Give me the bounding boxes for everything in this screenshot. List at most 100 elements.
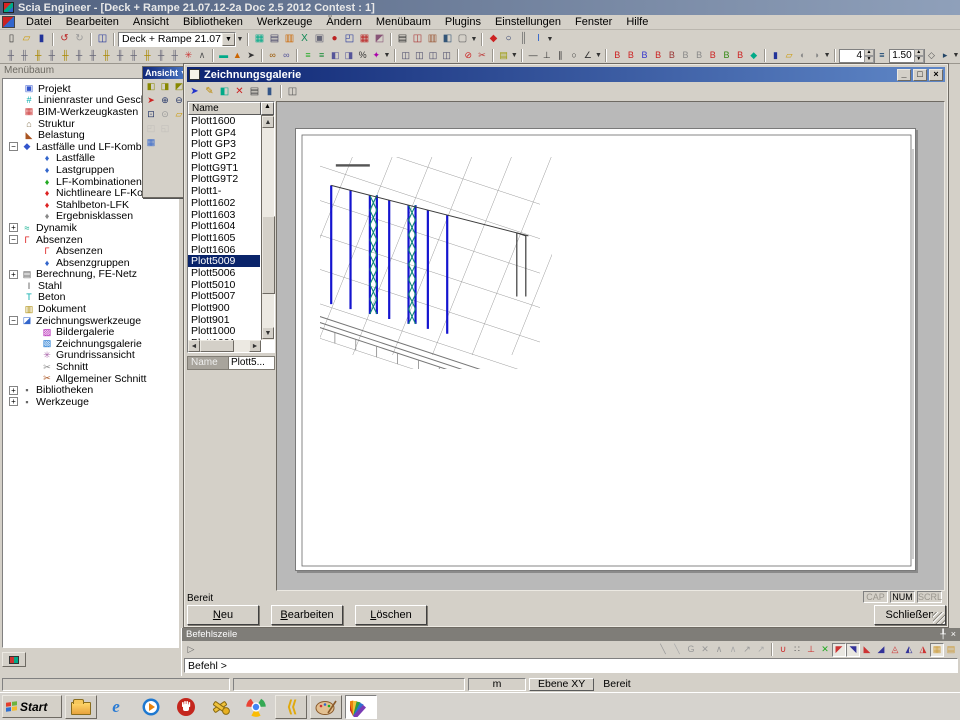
scroll-left-icon[interactable]: ◄ xyxy=(188,340,200,352)
b1-icon[interactable]: B xyxy=(610,49,624,63)
w2-icon[interactable]: ◫ xyxy=(413,49,427,63)
printer-icon[interactable]: ▤ xyxy=(267,32,282,47)
expand-icon[interactable]: + xyxy=(9,223,18,232)
ang-icon[interactable]: ∠ xyxy=(581,49,595,63)
note-icon[interactable]: ▤ xyxy=(497,49,511,63)
levels-icon[interactable]: ≡ xyxy=(875,49,889,63)
app-titlebar[interactable]: Scia Engineer - [Deck + Rampe 21.07.12-2… xyxy=(0,0,960,15)
dropdown-arrow-icon[interactable]: ▼ xyxy=(823,52,831,59)
plot-item[interactable]: Plott1- xyxy=(188,185,260,197)
dots-icon[interactable]: ∷ xyxy=(790,643,804,657)
zin-icon[interactable]: ⊕ xyxy=(158,93,172,107)
menu-werkzeuge[interactable]: Werkzeuge xyxy=(250,15,319,29)
tbeam-icon[interactable]: ▬ xyxy=(217,49,231,63)
ne2-icon[interactable]: ↗ xyxy=(754,643,768,657)
book2-icon[interactable]: ▥ xyxy=(425,32,440,47)
tree-item-dynamik[interactable]: +≈Dynamik xyxy=(5,222,178,234)
tree-item-grundrissansicht[interactable]: ✳Grundrissansicht xyxy=(5,350,178,362)
hline-icon[interactable]: — xyxy=(526,49,540,63)
book-icon[interactable]: ▥ xyxy=(282,32,297,47)
prewin-icon[interactable]: ◫ xyxy=(285,84,300,99)
m9-icon[interactable]: ╫ xyxy=(113,49,127,63)
d1-icon[interactable]: ╲ xyxy=(656,643,670,657)
paint-palette-icon[interactable] xyxy=(310,695,342,719)
tree-item-bibliotheken[interactable]: +▪Bibliotheken xyxy=(5,384,178,396)
doc-icon[interactable]: ▢ xyxy=(455,32,470,47)
st2-icon[interactable]: ≡ xyxy=(315,49,329,63)
collapse-icon[interactable]: − xyxy=(9,235,18,244)
plot-item[interactable]: Plott900 xyxy=(188,302,260,314)
internet-explorer-icon[interactable]: e xyxy=(100,695,132,719)
tblA-icon[interactable]: ▦ xyxy=(930,643,944,657)
pencil-icon[interactable]: ✎ xyxy=(202,84,217,99)
arrred-icon[interactable]: ➤ xyxy=(144,93,158,107)
sn7-icon[interactable]: ◮ xyxy=(916,643,930,657)
scroll-right-icon[interactable]: ► xyxy=(249,340,261,352)
plot-item[interactable]: PlottG9T2 xyxy=(188,173,260,185)
m13-icon[interactable]: ╫ xyxy=(168,49,182,63)
pin-icon[interactable]: ╀ xyxy=(940,629,945,640)
menu-ansicht[interactable]: Ansicht xyxy=(126,15,176,29)
person-icon[interactable]: ▲ xyxy=(231,49,245,63)
folder-icon[interactable] xyxy=(65,695,97,719)
crossg-icon[interactable]: ✕ xyxy=(818,643,832,657)
st1-icon[interactable]: ≡ xyxy=(301,49,315,63)
menu-hilfe[interactable]: Hilfe xyxy=(619,15,655,29)
scroll-up-icon[interactable]: ▲ xyxy=(262,116,274,128)
b9-icon[interactable]: B xyxy=(720,49,734,63)
m11-icon[interactable]: ╫ xyxy=(141,49,155,63)
tree-item-stahlbeton-lfk[interactable]: ♦Stahlbeton-LFK xyxy=(5,199,178,211)
tree-item-zeichnungswerkzeuge[interactable]: −◪Zeichnungswerkzeuge xyxy=(5,315,178,327)
b6-icon[interactable]: B xyxy=(679,49,693,63)
copyg-icon[interactable]: ◧ xyxy=(217,84,232,99)
expand-icon[interactable]: + xyxy=(9,270,18,279)
close-panel-icon[interactable]: × xyxy=(951,629,956,640)
printg-icon[interactable]: ▤ xyxy=(247,84,262,99)
wand-icon[interactable]: ✦ xyxy=(369,49,383,63)
start-button[interactable]: Start xyxy=(2,695,62,718)
v1-icon[interactable]: ◧ xyxy=(144,79,158,93)
grid-red-icon[interactable]: ▦ xyxy=(357,32,372,47)
d2-icon[interactable]: ╲ xyxy=(670,643,684,657)
clip-icon[interactable]: ▣ xyxy=(312,32,327,47)
b4-icon[interactable]: B xyxy=(651,49,665,63)
scrollbar-thumb[interactable] xyxy=(262,216,275,294)
iso-icon[interactable]: ◇ xyxy=(925,49,939,63)
vertical-scrollbar[interactable]: ▲ ▼ xyxy=(261,115,274,340)
gb-icon[interactable]: ◱ xyxy=(158,121,172,135)
undo-icon[interactable]: ↺ xyxy=(57,32,72,47)
gridc-icon[interactable]: ▦ xyxy=(144,135,158,149)
mdi-system-icon[interactable] xyxy=(2,16,15,28)
collapse-icon[interactable]: − xyxy=(9,142,18,151)
plot-item[interactable]: Plott GP2 xyxy=(188,150,260,162)
dropdown-arrow-icon[interactable]: ▼ xyxy=(470,36,478,43)
scroll-down-icon[interactable]: ▼ xyxy=(262,327,274,339)
plot-item[interactable]: Plott901 xyxy=(188,314,260,326)
scrollbar-thumb-h[interactable] xyxy=(200,340,234,352)
remote-arrows-icon[interactable]: ⟨⟨ xyxy=(275,695,307,719)
pct-icon[interactable]: % xyxy=(356,49,370,63)
menu-plugins[interactable]: Plugins xyxy=(438,15,488,29)
open-icon[interactable]: ▱ xyxy=(19,32,34,47)
star-icon[interactable]: ✳ xyxy=(182,49,196,63)
new-button[interactable]: Neu xyxy=(187,605,259,625)
tblB-icon[interactable]: ▤ xyxy=(944,643,958,657)
edit-button[interactable]: Bearbeiten xyxy=(271,605,343,625)
saveall-icon[interactable]: ▮ xyxy=(262,84,277,99)
media-player-icon[interactable] xyxy=(135,695,167,719)
open2-icon[interactable]: ▱ xyxy=(782,49,796,63)
sn4-icon[interactable]: ◢ xyxy=(874,643,888,657)
plot-list-header[interactable]: Name xyxy=(188,102,261,115)
perp-icon[interactable]: ⊥ xyxy=(540,49,554,63)
cut-icon[interactable]: ✂ xyxy=(475,49,489,63)
plot-item[interactable]: Plott1600 xyxy=(188,115,260,127)
plot-item[interactable]: Plott5009 xyxy=(188,255,260,267)
m7-icon[interactable]: ╫ xyxy=(86,49,100,63)
plot-item[interactable]: Plott5006 xyxy=(188,267,260,279)
cp2-icon[interactable]: ◨ xyxy=(342,49,356,63)
goto-icon[interactable]: ➤ xyxy=(187,84,202,99)
perp2-icon[interactable]: ⊥ xyxy=(804,643,818,657)
m6-icon[interactable]: ╫ xyxy=(72,49,86,63)
t2-icon[interactable]: ∧ xyxy=(726,643,740,657)
preview-icon[interactable]: ◫ xyxy=(410,32,425,47)
